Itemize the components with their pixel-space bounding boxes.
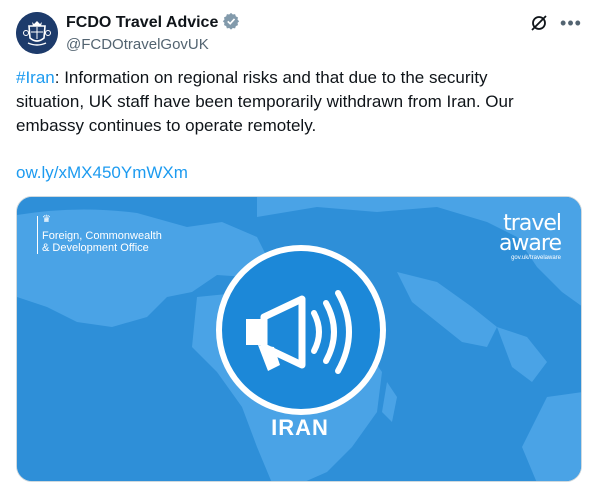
author-handle[interactable]: @FCDOtravelGovUK xyxy=(66,36,240,53)
travel-aware-line-2: aware xyxy=(498,231,562,256)
link-line: ow.ly/xMX450YmWXm xyxy=(16,161,188,185)
media-image[interactable]: ♛ Foreign, Commonwealth & Development Of… xyxy=(16,196,582,482)
tweet-body: : Information on regional risks and that… xyxy=(16,68,514,135)
alert-circle xyxy=(216,245,386,415)
author-names: FCDO Travel Advice @FCDOtravelGovUK xyxy=(66,12,240,53)
verified-badge-icon xyxy=(222,12,240,35)
external-link[interactable]: ow.ly/xMX450YmWXm xyxy=(16,163,188,182)
more-icon[interactable]: ••• xyxy=(560,12,582,34)
fcdo-line-1: Foreign, Commonwealth xyxy=(42,230,162,242)
header-actions: ••• xyxy=(528,12,582,34)
grok-icon[interactable] xyxy=(528,12,550,34)
fcdo-wordmark: Foreign, Commonwealth & Development Offi… xyxy=(42,214,162,254)
tweet-text: #Iran: Information on regional risks and… xyxy=(16,66,536,138)
display-name[interactable]: FCDO Travel Advice xyxy=(66,14,218,32)
fcdo-logo: ♛ Foreign, Commonwealth & Development Of… xyxy=(37,214,162,254)
hashtag-link[interactable]: #Iran xyxy=(16,68,55,87)
travel-aware-logo: travel aware gov.uk/travelaware xyxy=(498,213,562,263)
crest-icon: ♛ xyxy=(42,214,51,225)
royal-crest-icon xyxy=(16,12,58,54)
country-label: IRAN xyxy=(271,415,329,440)
avatar[interactable] xyxy=(16,12,58,54)
tweet-header: FCDO Travel Advice @FCDOtravelGovUK ••• xyxy=(16,10,582,58)
display-name-row: FCDO Travel Advice xyxy=(66,12,240,35)
megaphone-icon xyxy=(246,290,352,374)
fcdo-line-2: & Development Office xyxy=(42,242,149,254)
fcdo-logo-bar xyxy=(37,216,38,254)
